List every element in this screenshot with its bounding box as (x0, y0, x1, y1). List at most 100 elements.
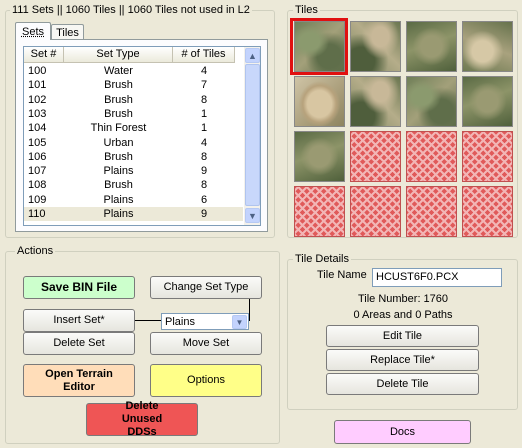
save-bin-button[interactable]: Save BIN File (23, 276, 135, 299)
table-row[interactable]: 105 Urban 4 (24, 136, 243, 150)
scroll-up-icon[interactable]: ▲ (245, 48, 260, 63)
tile-thumbnail[interactable] (462, 131, 513, 182)
replace-tile-button[interactable]: Replace Tile* (326, 349, 479, 371)
tile-thumbnail[interactable] (406, 131, 457, 182)
cell-set-number: 106 (28, 150, 47, 163)
table-row[interactable]: 107 Plains 9 (24, 164, 243, 178)
sets-scrollbar[interactable]: ▲ ▼ (244, 47, 260, 225)
change-set-type-button[interactable]: Change Set Type (150, 276, 262, 299)
table-row[interactable]: 110 Plains 9 (24, 207, 243, 221)
delete-unused-dds-button[interactable]: Delete Unused DDSs (86, 400, 198, 438)
tile-details-title: Tile Details (293, 253, 351, 266)
tile-thumbnail[interactable] (350, 21, 401, 72)
selected-tile-frame (290, 18, 348, 75)
sets-table-header: Set # Set Type # of Tiles (24, 47, 235, 63)
chevron-down-icon[interactable]: ▼ (232, 315, 247, 329)
cell-set-type: Brush (104, 93, 133, 106)
tab-sets-label: Sets (21, 25, 44, 38)
delete-unused-dds-label: Delete Unused DDSs (121, 400, 163, 438)
col-set-type[interactable]: Set Type (64, 47, 173, 63)
cell-num-tiles: 8 (200, 150, 208, 163)
tab-tiles-label: Tiles (56, 26, 79, 39)
cell-set-type: Urban (103, 136, 134, 149)
cell-set-type: Plains (103, 208, 134, 220)
cell-num-tiles: 1 (200, 122, 208, 135)
cell-set-number: 108 (28, 179, 47, 192)
cell-set-number: 104 (28, 122, 47, 135)
cell-num-tiles: 9 (200, 208, 208, 220)
tile-thumbnail[interactable] (406, 186, 457, 237)
table-row[interactable]: 102 Brush 8 (24, 93, 243, 107)
cell-num-tiles: 9 (200, 165, 208, 178)
cell-set-type: Plains (103, 165, 134, 178)
tile-thumbnail[interactable] (462, 21, 513, 72)
cell-set-number: 109 (28, 193, 47, 206)
cell-set-type: Brush (104, 179, 133, 192)
cell-set-number: 107 (28, 165, 47, 178)
cell-set-type: Thin Forest (90, 122, 147, 135)
col-num-tiles[interactable]: # of Tiles (173, 47, 235, 63)
cell-set-number: 105 (28, 136, 47, 149)
tile-thumbnail[interactable] (294, 131, 345, 182)
edit-tile-button[interactable]: Edit Tile (326, 325, 479, 347)
sets-listview[interactable]: Set # Set Type # of Tiles 100 Water 4 101 Br… (23, 46, 261, 226)
tile-thumbnail[interactable] (350, 186, 401, 237)
areas-paths-text: 0 Areas and 0 Paths (353, 309, 453, 321)
delete-set-button[interactable]: Delete Set (23, 332, 135, 355)
table-row[interactable]: 106 Brush 8 (24, 150, 243, 164)
tile-thumbnail[interactable] (406, 21, 457, 72)
cell-set-number: 102 (28, 93, 47, 106)
tile-thumbnail[interactable] (350, 76, 401, 127)
cell-num-tiles: 4 (200, 65, 208, 77)
set-type-select-value: Plains (165, 316, 195, 328)
tile-thumbnail[interactable] (462, 186, 513, 237)
tile-thumbnail[interactable] (462, 76, 513, 127)
cell-set-number: 101 (28, 79, 47, 92)
cell-num-tiles: 6 (200, 193, 208, 206)
connector-right (249, 299, 250, 321)
table-row[interactable]: 103 Brush 1 (24, 107, 243, 121)
tile-thumbnail[interactable] (294, 186, 345, 237)
sets-status-text: 111 Sets || 1060 Tiles || 1060 Tiles not… (10, 4, 252, 17)
actions-group-title: Actions (15, 245, 56, 258)
tab-tiles[interactable]: Tiles (51, 24, 84, 40)
open-terrain-editor-button[interactable]: Open Terrain Editor (23, 364, 135, 397)
cell-num-tiles: 8 (200, 179, 208, 192)
move-set-button[interactable]: Move Set (150, 332, 262, 355)
cell-num-tiles: 8 (200, 93, 208, 106)
tile-thumbnail[interactable] (350, 131, 401, 182)
delete-tile-button[interactable]: Delete Tile (326, 373, 479, 395)
scroll-down-icon[interactable]: ▼ (245, 208, 260, 223)
scroll-thumb[interactable] (245, 64, 260, 206)
cell-set-number: 103 (28, 107, 47, 120)
table-row[interactable]: 104 Thin Forest 1 (24, 121, 243, 135)
cell-set-type: Brush (104, 150, 133, 163)
cell-num-tiles: 7 (200, 79, 208, 92)
docs-button[interactable]: Docs (334, 420, 471, 444)
cell-set-type: Brush (104, 107, 133, 120)
tab-sets[interactable]: Sets (15, 22, 51, 40)
cell-set-type: Brush (104, 79, 133, 92)
tile-name-field[interactable]: HCUST6F0.PCX (372, 268, 502, 287)
options-button[interactable]: Options (150, 364, 262, 397)
connector-left (135, 320, 161, 321)
cell-set-number: 100 (28, 65, 47, 77)
cell-num-tiles: 1 (200, 107, 208, 120)
tile-thumbnail[interactable] (406, 76, 457, 127)
cell-set-type: Water (104, 65, 133, 77)
set-type-select[interactable]: Plains ▼ (161, 313, 249, 330)
cell-set-number: 110 (28, 208, 46, 220)
table-row[interactable]: 100 Water 4 (24, 64, 243, 78)
tile-number-text: Tile Number: 1760 (357, 293, 449, 305)
insert-set-button[interactable]: Insert Set* (23, 309, 135, 332)
cell-num-tiles: 4 (200, 136, 208, 149)
table-row[interactable]: 108 Brush 8 (24, 178, 243, 192)
tiles-group-title: Tiles (293, 4, 320, 17)
cell-set-type: Plains (103, 193, 134, 206)
table-row[interactable]: 101 Brush 7 (24, 78, 243, 92)
table-row[interactable]: 109 Plains 6 (24, 193, 243, 207)
open-terrain-editor-label: Open Terrain Editor (45, 367, 113, 393)
tile-thumbnail[interactable] (294, 76, 345, 127)
tile-name-label: Tile Name (317, 269, 367, 281)
col-set-number[interactable]: Set # (24, 47, 64, 63)
